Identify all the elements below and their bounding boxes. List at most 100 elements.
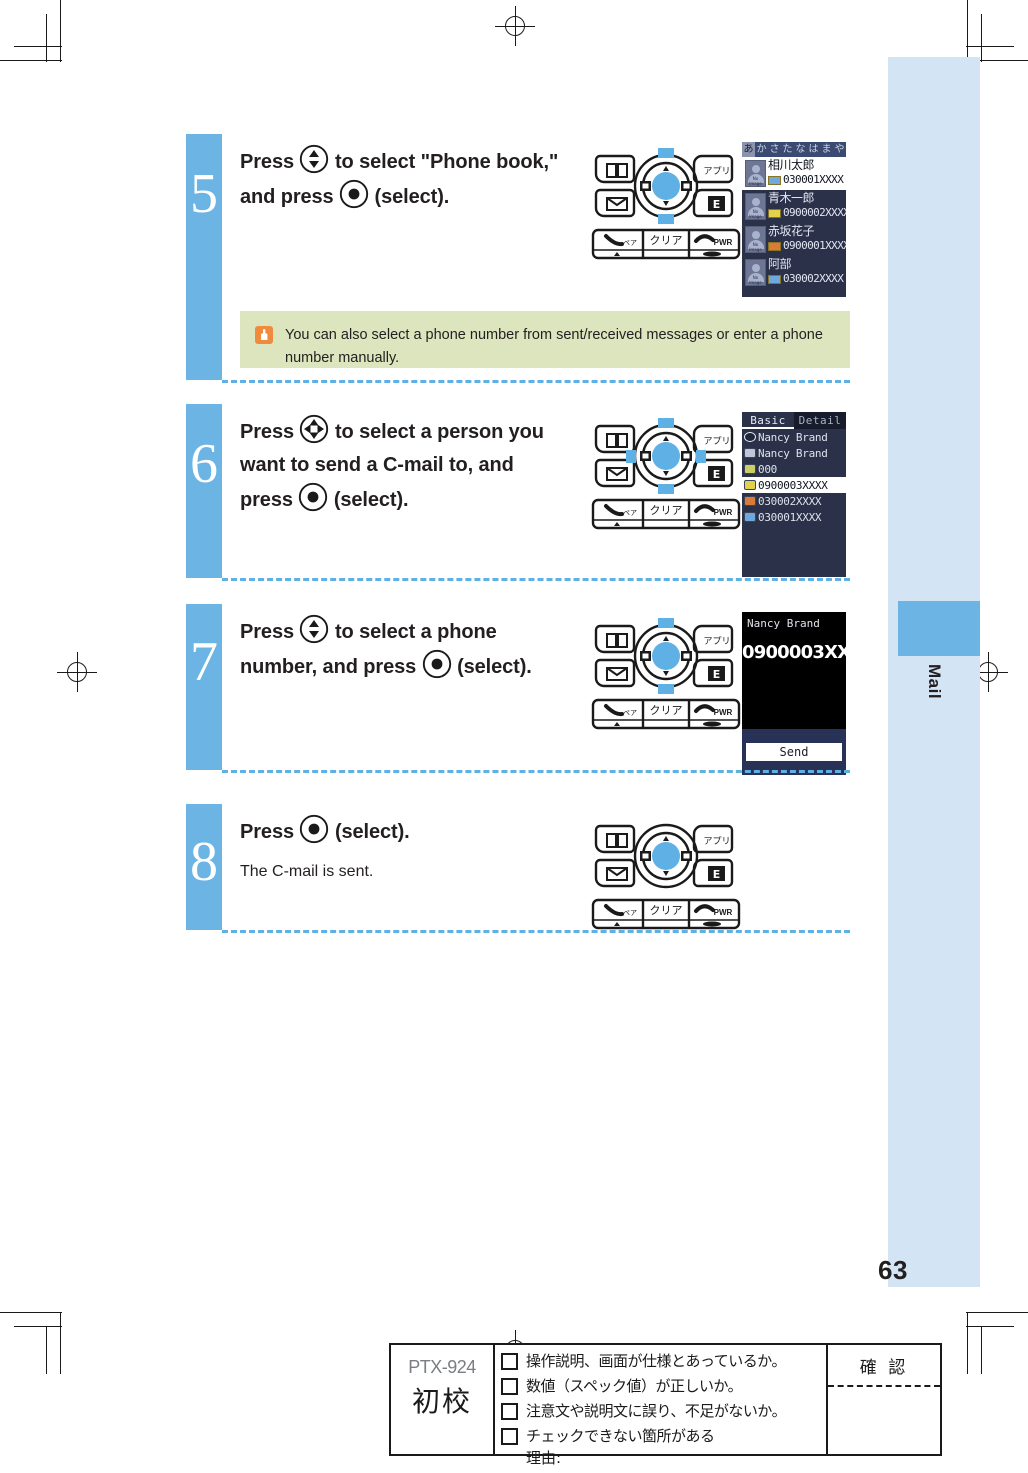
kana-tab-2[interactable]: さ [768,142,781,157]
crop-mark-tl-h1 [0,60,62,61]
kana-tab-row[interactable]: あ か さ た な は ま や [742,142,846,157]
contact-number-row: 030002XXXX [768,272,846,286]
pointing-hand-icon [254,325,274,345]
avatar-caption: No Image [749,275,762,285]
center-key-icon [299,814,329,844]
kana-tab-1[interactable]: か [755,142,768,157]
step-6-keypad-illustration: アプリ E ペア クリア PWR [590,412,742,535]
page-number: 63 [878,1255,908,1285]
number-type-badge-home [768,241,781,251]
checkbox-icon[interactable] [501,1428,518,1445]
step-8-divider [222,930,850,933]
avatar-caption: No Image [749,209,762,219]
crop-mark-tr-v2 [981,14,982,62]
kana-tab-7[interactable]: や [833,142,846,157]
proof-confirm-cell[interactable]: 確 認 [828,1345,940,1454]
step-5-body: Press to select "Phone book," and press … [240,144,600,214]
crop-mark-tr-v1 [967,0,968,62]
step-7-divider [222,770,850,773]
center-key-icon [422,649,452,679]
svg-text:クリア: クリア [650,234,683,247]
proof-check-item-0[interactable]: 操作説明、画面が仕様とあっているか。 [501,1351,826,1376]
crop-mark-tr-h2 [966,46,1014,47]
svg-text:E: E [713,668,721,681]
step-7-line1-pre: Press [240,621,294,643]
tab-detail[interactable]: Detail [794,412,846,429]
section-tab-label: Mail [925,664,944,700]
phonebook-row-0[interactable]: No Image 相川太郎 030001XXXX [742,157,846,190]
crop-mark-tl-v1 [60,0,61,62]
kana-tab-4[interactable]: な [794,142,807,157]
contact-name: 青木一郎 [768,191,815,205]
proof-check-item-1[interactable]: 数値（スペック値）が正しいか。 [501,1376,826,1401]
section-tab-label-wrap: Mail [888,656,980,746]
contact-name-icon [744,432,756,442]
phonebook-row-1[interactable]: No Image 青木一郎 0900002XXXX [742,190,846,223]
detail-row-5[interactable]: 030001XXXX [742,509,846,525]
step-7: 7 Press to select a phone number, and pr… [186,604,850,776]
contact-avatar: No Image [745,259,766,286]
step-5-line2-post: (select). [374,186,450,208]
detail-tab-row[interactable]: Basic Detail [742,412,846,429]
step-5-divider [222,380,850,383]
phonebook-list-screen: あ か さ た な は ま や No Image 相川太郎 030001XXXX… [742,142,846,297]
contact-number-row: 0900001XXXX [768,239,846,253]
crop-mark-bl-v2 [46,1326,47,1374]
step-5: 5 Press to select "Phone book," and pres… [186,134,850,386]
proof-check-label: 注意文や説明文に誤り、不足がないか。 [526,1402,787,1420]
step-8-number: 8 [190,831,218,893]
svg-text:アプリ: アプリ [703,436,730,447]
step-5-number: 5 [190,163,218,225]
send-button[interactable]: Send [746,743,842,761]
proof-check-item-2[interactable]: 注意文や説明文に誤り、不足がないか。 [501,1401,826,1426]
phonebook-row-2[interactable]: No Image 赤坂花子 0900001XXXX [742,223,846,256]
send-footer: Send [742,729,846,775]
step-8-keypad-illustration: アプリ E ペア クリア PWR [590,812,742,935]
kana-tab-5[interactable]: は [807,142,820,157]
step-6-line3-pre: press [240,489,293,511]
kana-tab-3[interactable]: た [781,142,794,157]
contact-name: 阿部 [768,257,792,271]
kana-tab-6[interactable]: ま [820,142,833,157]
detail-row-3[interactable]: 0900003XXXX [742,477,846,493]
detail-row-0[interactable]: Nancy Brand [742,429,846,445]
step-5-line1-pre: Press [240,151,294,173]
updown-key-icon [299,144,329,174]
proof-check-label: 数値（スペック値）が正しいか。 [526,1377,743,1395]
number-type-badge-mobile [768,208,781,218]
svg-text:PWR: PWR [714,508,733,517]
contact-avatar: No Image [745,226,766,253]
step-6-line3-post: (select). [333,489,409,511]
four-way-key-icon [299,414,329,444]
step-5-keypad-illustration: アプリ E ペア クリア PWR [590,142,742,265]
checkbox-icon[interactable] [501,1403,518,1420]
contact-avatar: No Image [745,160,766,187]
step-6-divider [222,578,850,581]
svg-text:E: E [713,468,721,481]
home-number-icon [744,496,756,506]
proof-reason-label: 理由: [526,1449,562,1467]
crop-mark-br-h1 [966,1312,1028,1313]
crop-mark-tl-v2 [46,14,47,62]
contact-name: 赤坂花子 [768,224,815,238]
contact-reading-icon [744,448,756,458]
checkbox-icon[interactable] [501,1353,518,1370]
center-key-icon [298,482,328,512]
detail-row-4[interactable]: 030002XXXX [742,493,846,509]
step-7-keypad-illustration: アプリ E ペア クリア PWR [590,612,742,735]
detail-row-1[interactable]: Nancy Brand [742,445,846,461]
send-confirm-screen: Nancy Brand 0900003XXXX Send [742,612,846,775]
checkbox-icon[interactable] [501,1378,518,1395]
tab-basic[interactable]: Basic [742,412,794,429]
proof-checklist: 操作説明、画面が仕様とあっているか。 数値（スペック値）が正しいか。 注意文や説… [495,1345,828,1467]
step-7-number: 7 [190,631,218,693]
detail-row-text: 030002XXXX [758,494,822,508]
step-6-line1-pre: Press [240,421,294,443]
crop-mark-br-h2 [966,1326,1014,1327]
kana-tab-0[interactable]: あ [742,142,755,157]
proof-identifier: PTX-924 初校 [391,1345,495,1454]
svg-text:E: E [713,868,721,881]
phonebook-row-3[interactable]: No Image 阿部 030002XXXX [742,256,846,289]
detail-row-2[interactable]: 000 [742,461,846,477]
svg-text:ペア: ペア [623,509,637,517]
